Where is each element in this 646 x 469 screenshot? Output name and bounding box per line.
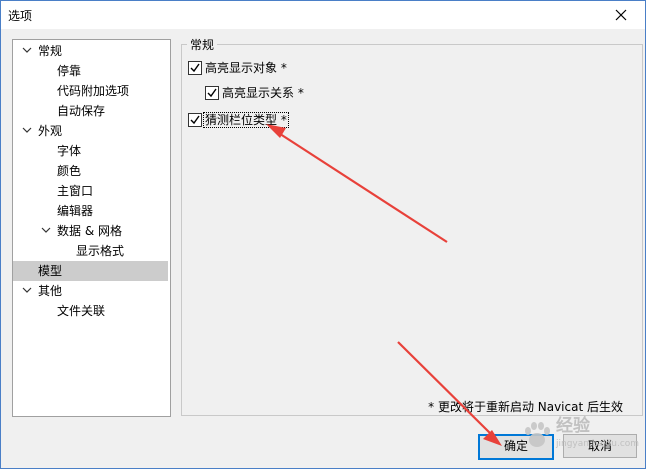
tree-item-label: 代码附加选项	[57, 84, 130, 98]
tree-item-font[interactable]: 字体	[57, 141, 81, 161]
tree-item-file-association[interactable]: 文件关联	[57, 301, 105, 321]
checkmark-icon	[190, 63, 200, 73]
tree-item-label: 编辑器	[57, 204, 94, 218]
chevron-down-icon[interactable]	[21, 41, 33, 61]
title-bar[interactable]: 选项	[1, 1, 645, 29]
tree-item-label: 数据 & 网格	[57, 224, 122, 238]
group-divider	[181, 44, 642, 45]
tree-item-model[interactable]: 模型	[13, 261, 168, 281]
group-title: 常规	[187, 36, 218, 53]
tree-item-main-window[interactable]: 主窗口	[57, 181, 93, 201]
close-icon	[615, 9, 627, 21]
window-title: 选项	[8, 9, 33, 23]
chevron-down-icon[interactable]	[21, 281, 33, 301]
watermark-text: 经验	[556, 416, 590, 436]
tree-item-label: 颜色	[57, 164, 82, 178]
tree-item-data-grid[interactable]: 数据 & 网格	[13, 221, 168, 241]
tree-item-label: 字体	[57, 144, 82, 158]
watermark-url: jingyan.baidu.com	[556, 439, 640, 449]
tree-item-general[interactable]: 常规	[13, 41, 168, 61]
chevron-down-icon[interactable]	[40, 221, 52, 241]
options-tree: 常规 停靠 代码附加选项 自动保存 外观 字体 颜色 主窗口 编辑器 数据 & …	[12, 39, 171, 417]
tree-item-label: 自动保存	[57, 104, 106, 118]
tree-item-display-format[interactable]: 显示格式	[76, 241, 124, 261]
tree-item-docking[interactable]: 停靠	[57, 61, 81, 81]
tree-item-label: 外观	[38, 124, 63, 138]
tree-item-editor[interactable]: 编辑器	[57, 201, 93, 221]
tree-item-label: 其他	[38, 284, 63, 298]
options-dialog: 选项 常规 停靠 代码附加选项 自动保存 外观 字体 颜色 主窗口 编辑器 数据…	[0, 0, 646, 469]
highlight-objects-checkbox[interactable]	[188, 61, 202, 75]
tree-item-appearance[interactable]: 外观	[13, 121, 168, 141]
tree-item-label: 主窗口	[57, 184, 94, 198]
tree-item-label: 文件关联	[57, 304, 106, 318]
paw-logo-icon	[525, 422, 550, 447]
close-button[interactable]	[599, 1, 645, 29]
tree-item-label: 显示格式	[76, 244, 125, 258]
chevron-down-icon[interactable]	[21, 121, 33, 141]
tree-item-label: 模型	[38, 264, 63, 278]
tree-item-label: 停靠	[57, 64, 82, 78]
tree-item-color[interactable]: 颜色	[57, 161, 81, 181]
option-label: 猜测栏位类型 *	[203, 112, 289, 128]
watermark: 经验 jingyan.baidu.com	[520, 412, 639, 458]
tree-item-autosave[interactable]: 自动保存	[57, 101, 105, 121]
tree-item-other[interactable]: 其他	[13, 281, 168, 301]
option-label: 高亮显示对象 *	[205, 61, 287, 75]
highlight-relations-checkbox[interactable]	[205, 86, 219, 100]
tree-item-code-appending[interactable]: 代码附加选项	[57, 81, 129, 101]
checkmark-icon	[207, 88, 217, 98]
guess-field-type-checkbox[interactable]	[188, 113, 202, 127]
option-label: 高亮显示关系 *	[222, 86, 304, 100]
checkmark-icon	[190, 115, 200, 125]
tree-item-label: 常规	[38, 44, 63, 58]
